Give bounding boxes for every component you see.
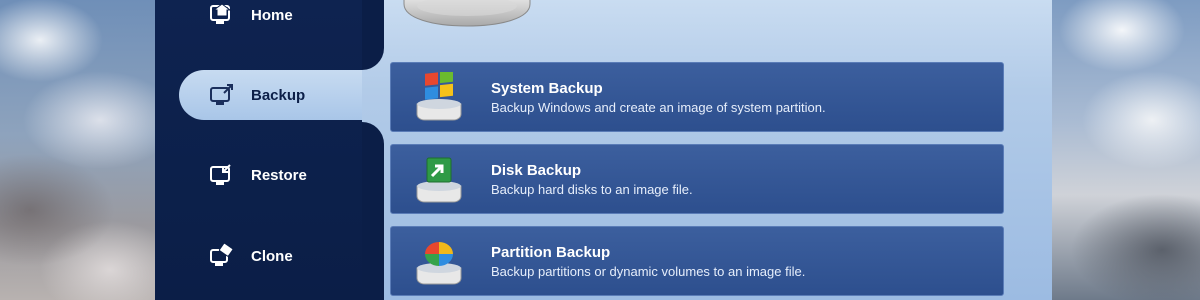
card-title: System Backup — [491, 79, 603, 97]
sidebar-item-label: Clone — [251, 247, 293, 265]
sidebar-item-backup[interactable]: Backup — [179, 70, 379, 120]
main-content: System Backup Backup Windows and create … — [362, 0, 1052, 300]
cloud-background-right — [1052, 0, 1200, 300]
card-description: Backup hard disks to an image file. — [491, 181, 693, 197]
disk-backup-icon — [413, 154, 465, 204]
sidebar-item-clone[interactable]: Clone — [179, 231, 362, 281]
card-description: Backup Windows and create an image of sy… — [491, 99, 826, 115]
sidebar-item-restore[interactable]: Restore — [179, 150, 362, 200]
sidebar-item-home[interactable]: Home — [179, 0, 362, 40]
sidebar-item-label: Restore — [251, 166, 307, 184]
disk-graphic — [403, 0, 531, 27]
sidebar-item-label: Backup — [251, 86, 306, 104]
disk-backup-card[interactable]: Disk Backup Backup hard disks to an imag… — [390, 144, 1004, 214]
sidebar: Home Backup Restore Clone — [155, 0, 379, 300]
app-window: Home Backup Restore Clone System Backup … — [155, 0, 1052, 300]
card-title: Disk Backup — [491, 161, 582, 179]
partition-backup-card[interactable]: Partition Backup Backup partitions or dy… — [390, 226, 1004, 296]
sidebar-item-label: Home — [251, 6, 293, 24]
card-description: Backup partitions or dynamic volumes to … — [491, 263, 806, 279]
card-title: Partition Backup — [491, 243, 611, 261]
system-backup-card[interactable]: System Backup Backup Windows and create … — [390, 62, 1004, 132]
windows-drive-icon — [413, 69, 465, 122]
home-icon — [207, 0, 237, 30]
restore-icon — [207, 160, 237, 190]
clone-icon — [207, 241, 237, 271]
backup-icon — [207, 80, 237, 110]
partition-pie-icon — [413, 236, 465, 286]
cloud-background-left — [0, 0, 155, 300]
